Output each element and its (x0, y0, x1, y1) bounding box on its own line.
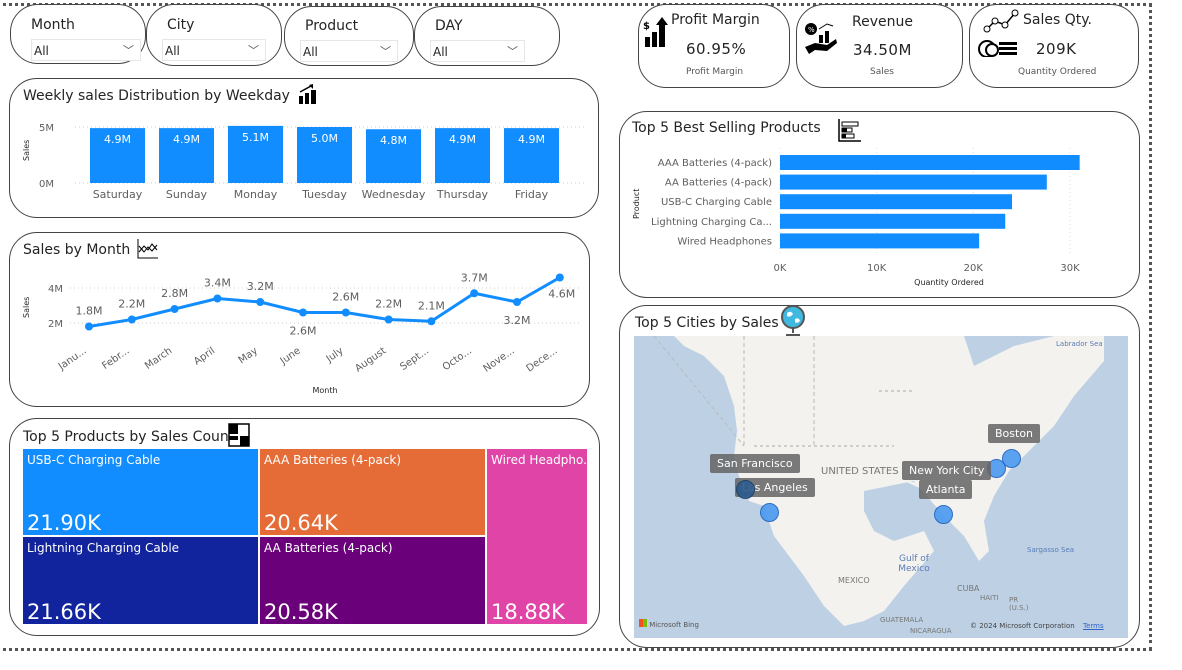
x-tick-label: March (143, 345, 174, 371)
x-tick-label: June (278, 345, 303, 367)
x-tick-label: May (237, 345, 260, 366)
treemap-cell-label: USB-C Charging Cable (27, 453, 161, 467)
x-tick-label: 20K (964, 263, 984, 274)
x-tick-label: Sept... (398, 345, 431, 373)
x-tick-label: Dece... (525, 345, 560, 374)
treemap-cell[interactable]: USB-C Charging Cable 21.90K (23, 449, 258, 535)
treemap-cell-value: 18.88K (491, 600, 565, 624)
map-label-gulf: Gulf of Mexico (898, 554, 930, 574)
map-label-cuba: CUBA (957, 584, 980, 593)
x-tick-label: 30K (1060, 263, 1080, 274)
treemap-cell-value: 20.58K (264, 600, 338, 624)
treemap-cell-label: Wired Headpho... (491, 453, 587, 467)
x-tick-label: 0K (774, 263, 787, 274)
bar (780, 233, 980, 249)
y-tick-label: AAA Batteries (4-pack) (658, 158, 772, 169)
x-axis-title: Quantity Ordered (914, 278, 984, 287)
x-tick-label: Octo... (441, 345, 474, 373)
bing-logo: Microsoft Bing (639, 619, 699, 629)
map-copyright: © 2024 Microsoft Corporation (970, 622, 1075, 630)
x-axis-title: Month (312, 386, 337, 395)
treemap-icon (228, 423, 250, 447)
bar (780, 174, 1047, 190)
treemap-cell[interactable]: Wired Headpho... 18.88K (487, 449, 587, 624)
map-label-guatemala: GUATEMALA (880, 616, 924, 624)
bar (780, 213, 1006, 229)
x-tick-label: 10K (867, 263, 887, 274)
data-label: 2.6M (290, 325, 317, 338)
x-tick-label: Febr... (100, 345, 131, 371)
map-label-sargasso: Sargasso Sea (1027, 546, 1075, 554)
x-tick-label: April (192, 345, 217, 367)
data-point (341, 308, 350, 317)
map-label-country: UNITED STATES (821, 466, 899, 477)
treemap-cell[interactable]: Lightning Charging Cable 21.66K (23, 537, 258, 624)
map-label-pr: PR (U.S.) (1009, 596, 1029, 612)
y-tick-label: Wired Headphones (677, 236, 772, 247)
x-tick-label: August (353, 345, 388, 374)
map-label-atlanta: Atlanta (919, 480, 973, 499)
data-label: 2.1M (418, 299, 445, 312)
chart-title: Top 5 Cities by Sales (635, 315, 779, 331)
y-axis-title: Product (632, 189, 641, 219)
map-label-labrador: Labrador Sea (1056, 340, 1103, 348)
map-label-mexico: MEXICO (838, 576, 870, 585)
chart-title: Top 5 Products by Sales Count (23, 429, 235, 445)
x-tick-label: Nove... (482, 345, 517, 374)
map-bubble-san-francisco[interactable] (736, 480, 755, 499)
treemap-cell-label: AA Batteries (4-pack) (264, 541, 393, 555)
data-point (127, 315, 136, 324)
data-label: 3.2M (504, 314, 531, 327)
map-bubble-atlanta[interactable] (934, 505, 953, 524)
y-tick-label: 2M (48, 319, 63, 330)
y-tick-label: USB-C Charging Cable (661, 197, 772, 208)
y-tick-label: AA Batteries (4-pack) (665, 178, 772, 189)
map-label-new-york-city: New York City (902, 461, 992, 480)
map-bubble-boston[interactable] (1002, 449, 1021, 468)
treemap-cell-value: 21.90K (27, 511, 101, 535)
globe-icon (781, 305, 805, 336)
bing-text: Microsoft Bing (649, 621, 699, 629)
treemap-cell-label: Lightning Charging Cable (27, 541, 180, 555)
treemap-cell[interactable]: AAA Batteries (4-pack) 20.64K (260, 449, 485, 535)
data-point (170, 305, 179, 313)
map-terms-link[interactable]: Terms (1083, 622, 1104, 630)
map-label-nicaragua: NICARAGUA (910, 627, 952, 635)
map-view[interactable]: UNITED STATES Gulf of Mexico MEXICO CUBA… (634, 336, 1128, 638)
data-label: 1.8M (76, 305, 103, 318)
treemap-cell-value: 21.66K (27, 600, 101, 624)
bar (780, 194, 1012, 210)
bar (780, 155, 1080, 170)
map-label-haiti: HAITI (980, 594, 999, 602)
treemap-cell[interactable]: AA Batteries (4-pack) 20.58K (260, 537, 485, 624)
y-tick-label: Lightning Charging Ca... (651, 217, 772, 228)
map-bubble-los-angeles[interactable] (760, 503, 779, 522)
map-land (653, 336, 1104, 626)
data-point (384, 315, 393, 324)
map-label-san-francisco: San Francisco (710, 454, 800, 473)
best-selling-bar-chart: 0K 10K 20K 30K Quantity Ordered Product AAA Ba… (632, 148, 1080, 287)
data-point (427, 317, 436, 326)
treemap-cell-label: AAA Batteries (4-pack) (264, 453, 402, 467)
data-point (299, 308, 307, 317)
x-tick-label: Janu... (56, 345, 89, 373)
treemap-cell-value: 20.64K (264, 511, 338, 535)
x-tick-label: July (324, 345, 346, 365)
data-point (85, 322, 93, 331)
map-label-boston: Boston (988, 424, 1041, 443)
